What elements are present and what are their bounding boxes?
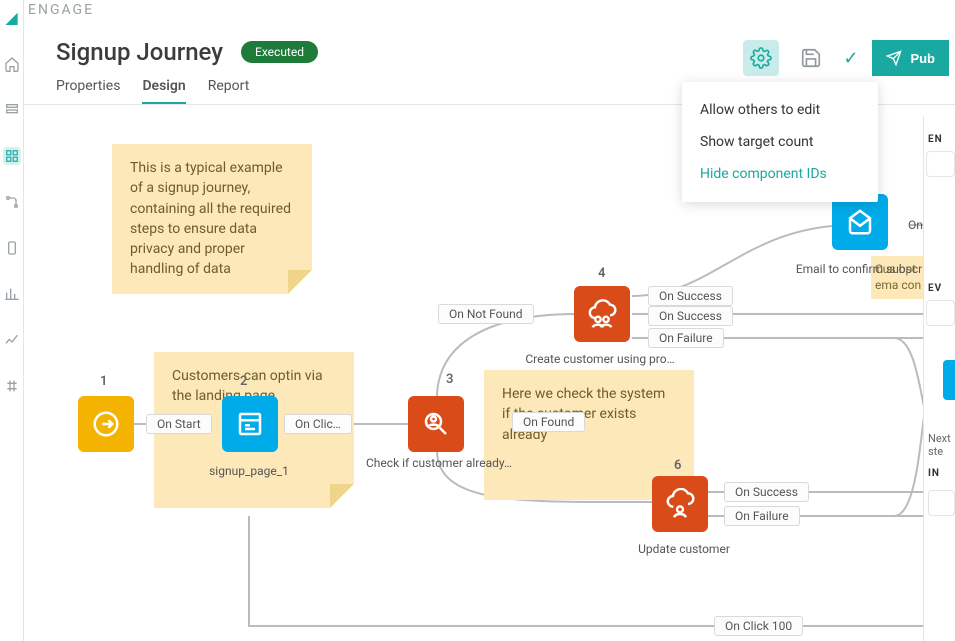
cloud-users-icon bbox=[586, 298, 618, 330]
menu-show-target[interactable]: Show target count bbox=[682, 126, 878, 158]
publish-label: Pub bbox=[910, 51, 935, 66]
node-4-create[interactable] bbox=[574, 286, 630, 342]
rp-box-1[interactable] bbox=[926, 151, 955, 177]
sticky-note-intro[interactable]: This is a typical example of a signup jo… bbox=[112, 144, 312, 294]
save-button[interactable] bbox=[793, 40, 829, 76]
status-badge: Executed bbox=[241, 41, 318, 63]
node-6-label: Update customer bbox=[624, 542, 744, 556]
rp-heading-in: IN bbox=[924, 462, 940, 479]
gear-icon bbox=[750, 47, 772, 69]
tab-report[interactable]: Report bbox=[208, 78, 250, 105]
node-1-start[interactable] bbox=[78, 396, 134, 452]
tab-bar: Properties Design Report bbox=[56, 78, 249, 105]
paper-plane-icon bbox=[886, 50, 902, 66]
node-1-number: 1 bbox=[100, 374, 107, 389]
rail-hash-icon[interactable] bbox=[3, 377, 21, 395]
webpage-icon bbox=[235, 409, 265, 439]
header-actions: ✓ Pub bbox=[743, 40, 955, 76]
right-side-panel: EN EV Next ste IN bbox=[923, 116, 955, 641]
rp-box-2[interactable] bbox=[926, 300, 955, 326]
rp-heading-en: EN bbox=[924, 128, 955, 145]
left-nav-rail: ◢ bbox=[0, 0, 24, 641]
node-5-label: Email to confirm subscr bbox=[784, 262, 923, 276]
rail-device-icon[interactable] bbox=[3, 239, 21, 257]
node-2-number: 2 bbox=[240, 374, 247, 389]
rail-chart-icon[interactable] bbox=[3, 285, 21, 303]
search-user-icon bbox=[421, 409, 451, 439]
envelope-open-icon bbox=[845, 207, 875, 237]
rail-list-icon[interactable] bbox=[3, 101, 21, 119]
rail-home-icon[interactable] bbox=[3, 55, 21, 73]
rp-next-step: Next ste bbox=[924, 432, 955, 458]
app-brand-text: ENGAGE bbox=[28, 2, 94, 18]
edge-6-success: On Success bbox=[724, 482, 809, 502]
tab-properties[interactable]: Properties bbox=[56, 78, 120, 105]
node-4-number: 4 bbox=[598, 266, 605, 281]
top-brand-bar: ENGAGE bbox=[24, 0, 955, 20]
node-6-number: 6 bbox=[674, 458, 681, 473]
rp-heading-ev: EV bbox=[924, 277, 955, 294]
rail-spark-icon[interactable] bbox=[3, 331, 21, 349]
tab-design[interactable]: Design bbox=[142, 78, 185, 105]
rp-blue-accent bbox=[943, 360, 955, 400]
publish-button[interactable]: Pub bbox=[872, 40, 949, 76]
rp-box-3[interactable] bbox=[928, 490, 955, 516]
edge-on-click-100: On Click 100 bbox=[714, 616, 803, 636]
edge-6-failure: On Failure bbox=[724, 506, 800, 526]
node-5-email[interactable] bbox=[832, 194, 888, 250]
edge-4-success-2: On Success bbox=[648, 306, 733, 326]
edge-5-on: On bbox=[898, 216, 923, 234]
node-2-label: signup_page_1 bbox=[194, 464, 304, 478]
node-4-label: Create customer using pro… bbox=[500, 352, 700, 366]
node-6-update[interactable] bbox=[652, 476, 708, 532]
settings-menu-popover: Allow others to edit Show target count H… bbox=[682, 82, 878, 202]
brand-logo-icon: ◢ bbox=[5, 8, 17, 27]
edge-on-found: On Found bbox=[512, 412, 585, 432]
cloud-user-icon bbox=[664, 488, 696, 520]
menu-allow-edit[interactable]: Allow others to edit bbox=[682, 94, 878, 126]
node-3-number: 3 bbox=[446, 372, 453, 387]
edge-on-click: On Clic… bbox=[284, 414, 352, 434]
start-circle-icon bbox=[91, 409, 121, 439]
rail-grid-icon[interactable] bbox=[3, 147, 21, 165]
menu-hide-ids[interactable]: Hide component IDs bbox=[682, 158, 878, 190]
edge-4-success-1: On Success bbox=[648, 286, 733, 306]
edge-on-not-found: On Not Found bbox=[438, 304, 534, 324]
node-3-check[interactable] bbox=[408, 396, 464, 452]
edge-on-start: On Start bbox=[146, 414, 212, 434]
page-title: Signup Journey bbox=[56, 38, 223, 66]
node-2-page[interactable] bbox=[222, 396, 278, 452]
confirm-check-icon[interactable]: ✓ bbox=[843, 48, 858, 69]
node-3-label: Check if customer already… bbox=[354, 456, 524, 470]
sticky-intro-text: This is a typical example of a signup jo… bbox=[130, 160, 291, 277]
settings-gear-button[interactable] bbox=[743, 40, 779, 76]
save-icon bbox=[800, 47, 822, 69]
rail-path-icon[interactable] bbox=[3, 193, 21, 211]
edge-4-failure: On Failure bbox=[648, 328, 724, 348]
